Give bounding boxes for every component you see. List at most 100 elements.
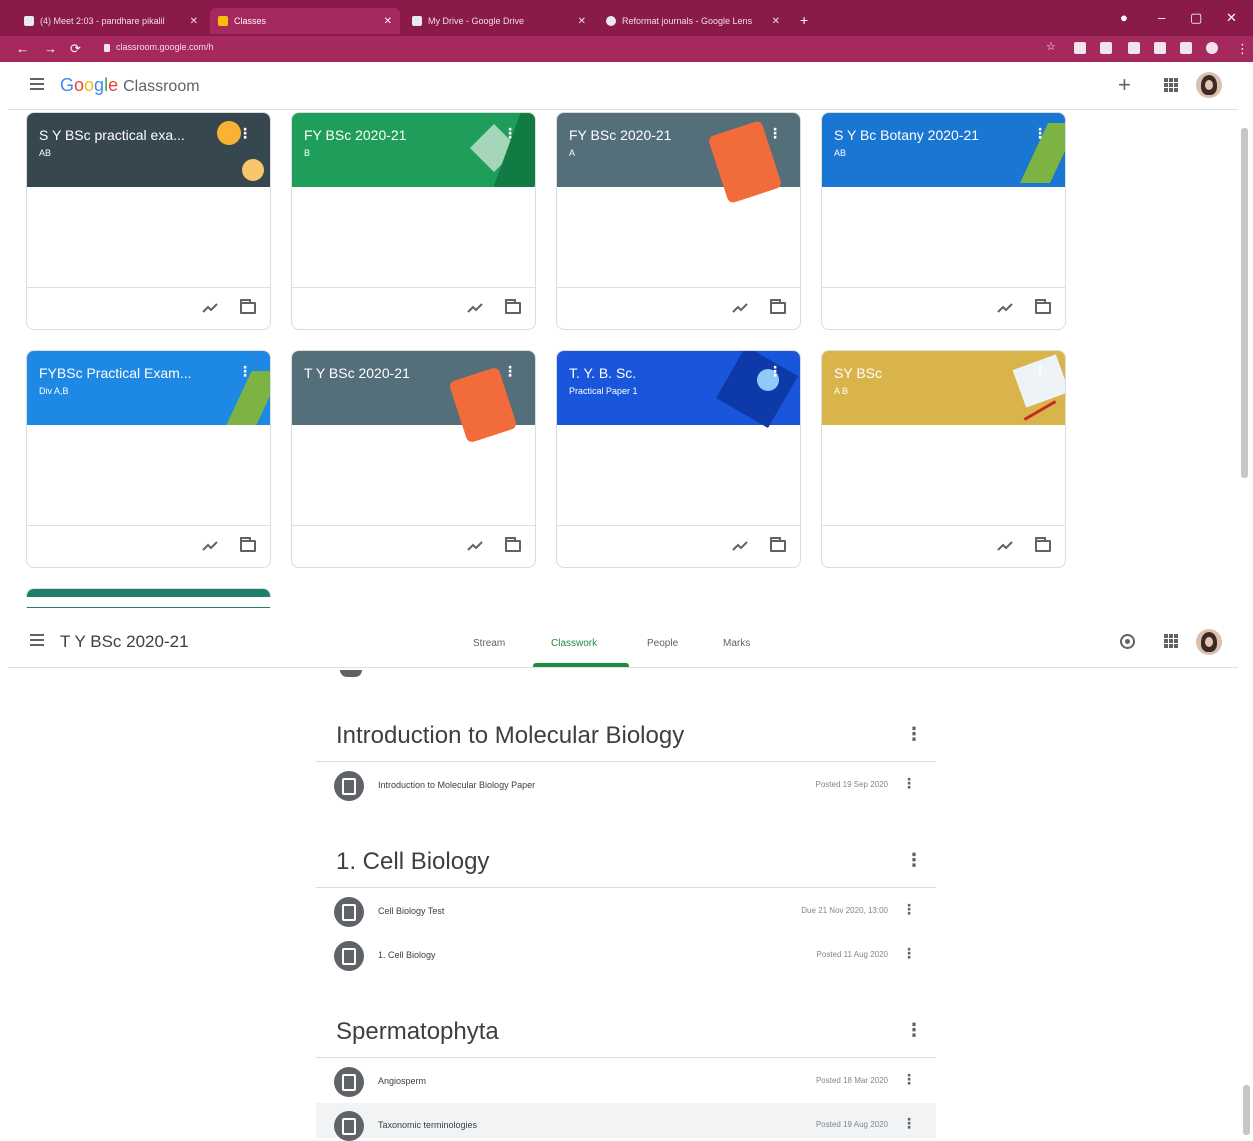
account-icon[interactable] [1206,42,1218,54]
card-more-icon[interactable]: ⋮ [238,125,252,142]
item-more-icon[interactable]: ⋮ [902,1071,916,1088]
avatar[interactable] [1196,72,1222,98]
card-more-icon[interactable]: ⋮ [1033,363,1047,380]
card-more-icon[interactable]: ⋮ [768,363,782,380]
topic-title[interactable]: 1. Cell Biology [336,848,489,876]
folder-icon[interactable] [240,299,256,314]
trending-up-icon[interactable] [467,300,483,316]
item-more-icon[interactable]: ⋮ [902,775,916,792]
card-title[interactable]: T. Y. B. Sc. [569,365,769,381]
item-title[interactable]: Cell Biology Test [378,906,444,916]
class-card[interactable]: FY BSc 2020-21 B ⋮ [291,112,536,330]
avatar[interactable] [1196,629,1222,655]
trending-up-icon[interactable] [467,538,483,554]
class-card[interactable]: S Y Bc Botany 2020-21 AB ⋮ [821,112,1066,330]
topic-title[interactable]: Introduction to Molecular Biology [336,722,684,750]
card-more-icon[interactable]: ⋮ [768,125,782,142]
item-title[interactable]: Taxonomic terminologies [378,1120,477,1130]
class-card[interactable]: T Y BSc 2020-21 ⋮ [291,350,536,568]
main-menu-icon[interactable] [30,78,44,90]
topic-title[interactable]: Spermatophyta [336,1018,499,1046]
star-icon[interactable]: ☆ [1046,40,1058,53]
topic-more-icon[interactable]: ⋮ [905,1020,923,1041]
card-title[interactable]: FYBSc Practical Exam... [39,365,239,381]
browser-tab-meet[interactable]: (4) Meet 2:03 - pandhare pikalil ✕ [16,8,206,34]
trending-up-icon[interactable] [997,538,1013,554]
trending-up-icon[interactable] [202,300,218,316]
add-class-icon[interactable]: + [1118,72,1131,98]
minimize-icon[interactable]: – [1158,10,1165,25]
trending-up-icon[interactable] [202,538,218,554]
browser-menu-icon[interactable]: ⋮ [1236,41,1249,57]
card-title[interactable]: FY BSc 2020-21 [569,127,769,143]
class-card[interactable]: T. Y. B. Sc. Practical Paper 1 ⋮ [556,350,801,568]
class-card[interactable]: FYBSc Practical Exam... Div A,B ⋮ [26,350,271,568]
extension-icon[interactable] [1128,42,1140,54]
browser-tab-drive[interactable]: My Drive - Google Drive ✕ [404,8,594,34]
extension-icon[interactable] [1154,42,1166,54]
list-item[interactable]: 1. Cell Biology Posted 11 Aug 2020 ⋮ [316,933,936,977]
gear-icon[interactable] [1120,634,1135,649]
maximize-icon[interactable]: ▢ [1190,10,1202,26]
topic-more-icon[interactable]: ⋮ [905,724,923,745]
trending-up-icon[interactable] [732,300,748,316]
card-more-icon[interactable]: ⋮ [503,125,517,142]
card-more-icon[interactable]: ⋮ [503,363,517,380]
google-classroom-logo[interactable]: Google Classroom [60,75,200,96]
class-title[interactable]: T Y BSc 2020-21 [60,632,189,652]
class-card[interactable]: SY BSc A B ⋮ [821,350,1066,568]
item-more-icon[interactable]: ⋮ [902,901,916,918]
close-icon[interactable]: ✕ [182,16,198,27]
forward-icon[interactable]: → [44,41,57,56]
browser-tab-lens[interactable]: Reformat journals - Google Lens ✕ [598,8,788,34]
folder-icon[interactable] [1035,299,1051,314]
folder-icon[interactable] [505,299,521,314]
card-title[interactable]: S Y BSc practical exa... [39,127,239,143]
tab-people[interactable]: People [647,638,678,649]
close-icon[interactable]: ✕ [376,16,392,27]
card-more-icon[interactable]: ⋮ [238,363,252,380]
card-title[interactable]: S Y Bc Botany 2020-21 [834,127,1034,143]
class-card[interactable]: S Y BSc practical exa... AB ⋮ [26,112,271,330]
google-apps-icon[interactable] [1164,634,1178,648]
card-title[interactable]: SY BSc [834,365,1034,381]
extension-icon[interactable] [1074,42,1086,54]
card-title[interactable]: FY BSc 2020-21 [304,127,504,143]
folder-icon[interactable] [1035,537,1051,552]
topic-more-icon[interactable]: ⋮ [905,850,923,871]
tab-classwork[interactable]: Classwork [551,638,597,649]
google-apps-icon[interactable] [1164,78,1178,92]
card-title[interactable]: T Y BSc 2020-21 [304,365,504,381]
trending-up-icon[interactable] [732,538,748,554]
extension-icon[interactable] [1180,42,1192,54]
class-card[interactable]: FY BSc 2020-21 A ⋮ [556,112,801,330]
item-more-icon[interactable]: ⋮ [902,945,916,962]
list-item[interactable]: Introduction to Molecular Biology Paper … [316,763,936,807]
item-more-icon[interactable]: ⋮ [902,1115,916,1132]
item-title[interactable]: Angiosperm [378,1076,426,1086]
extension-icon[interactable] [1100,42,1112,54]
browser-tab-classes[interactable]: Classes ✕ [210,8,400,34]
card-more-icon[interactable]: ⋮ [1033,125,1047,142]
list-item[interactable]: Cell Biology Test Due 21 Nov 2020, 13:00… [316,889,936,933]
back-icon[interactable]: ← [16,41,29,56]
item-title[interactable]: Introduction to Molecular Biology Paper [378,780,535,790]
new-tab-icon[interactable]: + [800,12,808,28]
folder-icon[interactable] [770,299,786,314]
scrollbar[interactable] [1243,1085,1250,1135]
folder-icon[interactable] [240,537,256,552]
profile-icon[interactable]: ● [1120,10,1128,25]
tab-marks[interactable]: Marks [723,638,750,649]
window-close-icon[interactable]: ✕ [1226,10,1237,26]
main-menu-icon[interactable] [30,634,44,646]
folder-icon[interactable] [505,537,521,552]
url-field[interactable]: classroom.google.com/h [104,42,214,52]
reload-icon[interactable]: ⟳ [70,41,81,57]
item-title[interactable]: 1. Cell Biology [378,950,436,960]
scrollbar[interactable] [1241,128,1248,478]
tab-stream[interactable]: Stream [473,638,505,649]
close-icon[interactable]: ✕ [570,16,586,27]
list-item[interactable]: Angiosperm Posted 18 Mar 2020 ⋮ [316,1059,936,1103]
close-icon[interactable]: ✕ [764,16,780,27]
trending-up-icon[interactable] [997,300,1013,316]
